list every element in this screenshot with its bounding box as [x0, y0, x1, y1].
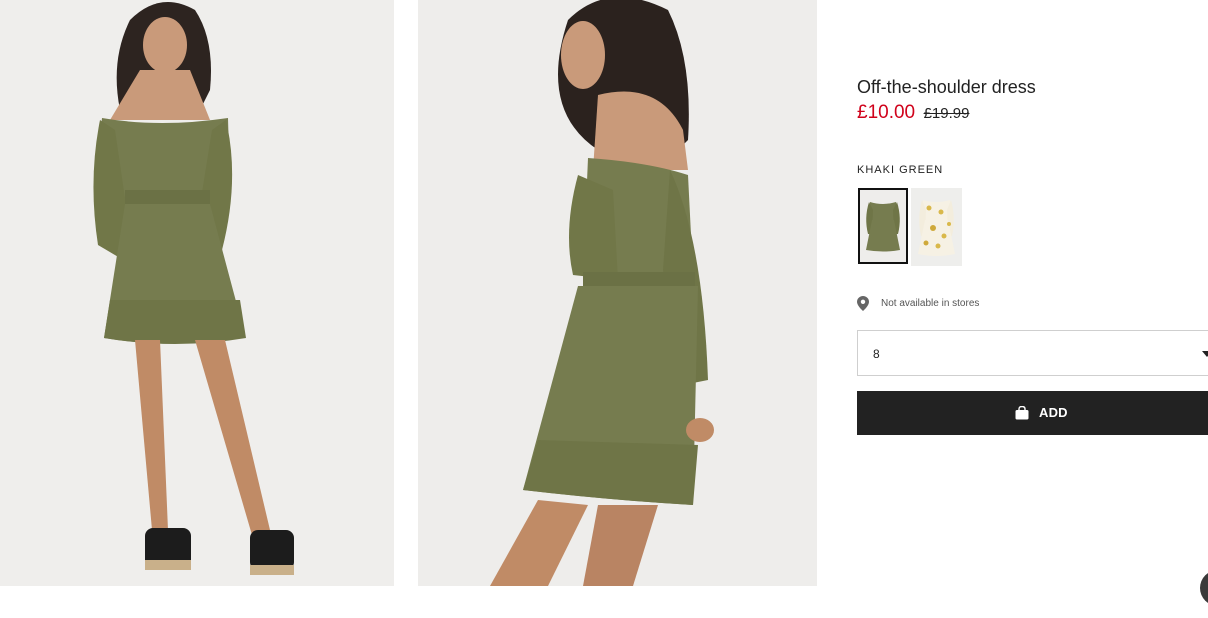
colour-swatch-floral-print[interactable]: [911, 188, 962, 266]
store-availability-text: Not available in stores: [881, 298, 980, 309]
floral-dress-thumbnail: [911, 188, 962, 266]
model-front-illustration: [0, 0, 394, 586]
size-select[interactable]: 8: [857, 330, 1208, 376]
khaki-dress-thumbnail: [860, 190, 906, 262]
store-availability: Not available in stores: [857, 296, 979, 311]
product-image-front[interactable]: [0, 0, 394, 586]
add-to-bag-button[interactable]: ADD: [857, 391, 1208, 435]
product-details: Off-the-shoulder dress £10.00 £19.99 KHA…: [857, 0, 1208, 618]
location-pin-icon: [857, 296, 869, 311]
product-image-side[interactable]: [418, 0, 817, 586]
original-price: £19.99: [923, 105, 970, 122]
price-row: £10.00 £19.99: [857, 102, 969, 124]
product-title: Off-the-shoulder dress: [857, 77, 1036, 97]
product-page: Off-the-shoulder dress £10.00 £19.99 KHA…: [0, 0, 1208, 618]
chevron-down-icon: [1202, 351, 1208, 357]
model-side-illustration: [418, 0, 817, 586]
shopping-bag-icon: [1015, 405, 1029, 419]
add-button-label: ADD: [1039, 405, 1068, 420]
colour-swatch-khaki-green[interactable]: [858, 188, 908, 264]
size-select-value: 8: [873, 347, 880, 361]
selected-colour-label: KHAKI GREEN: [857, 164, 944, 176]
add-button-content: ADD: [1015, 405, 1068, 420]
sale-price: £10.00: [857, 102, 916, 123]
